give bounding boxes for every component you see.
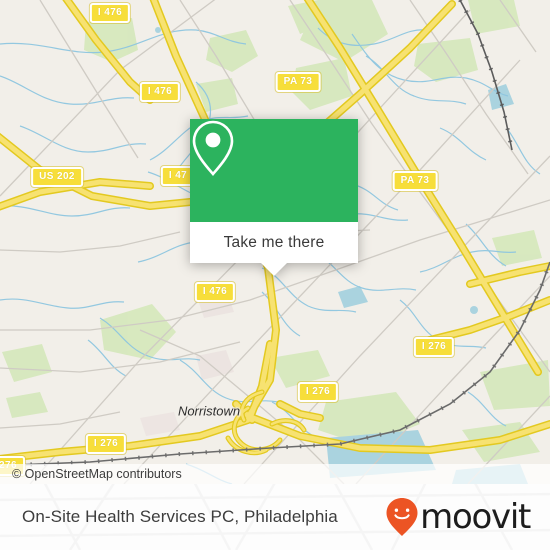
- place-title: On-Site Health Services PC, Philadelphia: [22, 507, 338, 526]
- moovit-place-card: I 476 I 476 US 202 I 47 PA 73 PA 73 I 47…: [0, 0, 550, 550]
- road-shield: I 476: [194, 282, 236, 302]
- popup-action-row[interactable]: Take me there: [190, 222, 358, 263]
- take-me-there-label: Take me there: [223, 233, 325, 251]
- map-pin-icon: [192, 120, 234, 176]
- road-shield: I 276: [85, 434, 127, 454]
- popup-header: [190, 119, 358, 222]
- place-label-norristown: Norristown: [177, 403, 241, 419]
- map-attribution-bar: © OpenStreetMap contributors: [0, 464, 550, 484]
- moovit-wordmark: moovit: [420, 497, 531, 537]
- road-shield: US 202: [31, 167, 83, 187]
- osm-attribution-text[interactable]: © OpenStreetMap contributors: [0, 467, 182, 481]
- moovit-pin-smiley-icon: [386, 498, 418, 536]
- road-shield: PA 73: [275, 72, 321, 92]
- road-shield: I 276: [297, 382, 339, 402]
- place-popup-card[interactable]: Take me there: [190, 119, 358, 276]
- road-shield: I 476: [139, 82, 181, 102]
- road-shield: I 276: [413, 337, 455, 357]
- moovit-logo[interactable]: moovit: [385, 496, 531, 538]
- map-canvas[interactable]: I 476 I 476 US 202 I 47 PA 73 PA 73 I 47…: [0, 0, 550, 484]
- footer-bar: On-Site Health Services PC, Philadelphia…: [0, 484, 550, 550]
- road-shield: PA 73: [392, 171, 438, 191]
- popup-pointer-tail: [261, 263, 287, 276]
- road-shield: I 476: [89, 3, 131, 23]
